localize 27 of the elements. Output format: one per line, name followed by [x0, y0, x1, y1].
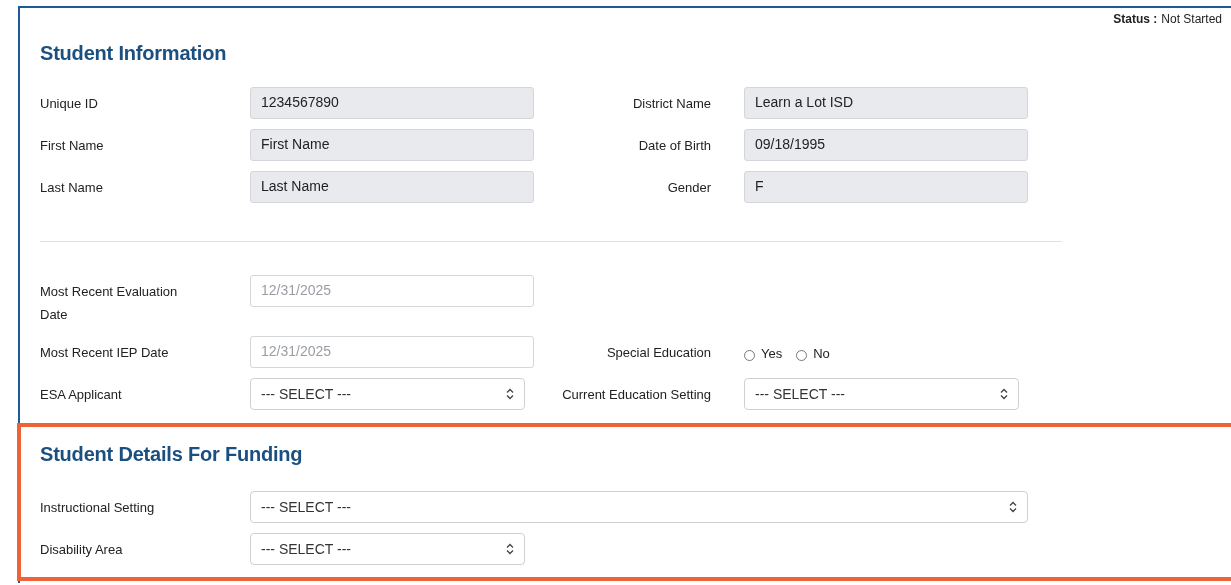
field-label: ESA Applicant [40, 386, 123, 404]
select-dropdown[interactable]: --- SELECT --- [250, 378, 525, 410]
field-label: Date of Birth [638, 137, 712, 155]
select-dropdown[interactable]: --- SELECT --- [250, 491, 1028, 523]
select-dropdown[interactable]: --- SELECT --- [744, 378, 1019, 410]
field-label: Special Education [606, 344, 712, 362]
select-dropdown[interactable]: --- SELECT --- [250, 533, 525, 565]
field-label: Most Recent Evaluation Date [40, 283, 179, 324]
chevron-icon [1009, 501, 1017, 513]
field-label: Current Education Setting [562, 386, 712, 404]
field-label: First Name [40, 137, 105, 155]
field-label: Last Name [40, 179, 104, 197]
field-label: Instructional Setting [40, 499, 156, 517]
status-value: Not Started [1161, 12, 1222, 26]
radio-label[interactable]: Yes [761, 345, 783, 361]
status-label: Status : [1113, 12, 1158, 26]
chevron-icon [506, 543, 514, 555]
section-heading: Student Information [40, 42, 227, 65]
field-label: Most Recent IEP Date [40, 344, 170, 362]
field-label: Disability Area [40, 541, 124, 559]
field-label: Gender [667, 179, 712, 197]
section-heading: Student Details For Funding [40, 443, 303, 466]
chevron-icon [506, 388, 514, 400]
field-label: District Name [633, 95, 712, 113]
radio-label[interactable]: No [813, 345, 830, 361]
chevron-icon [1000, 388, 1008, 400]
field-label: Unique ID [40, 95, 99, 113]
